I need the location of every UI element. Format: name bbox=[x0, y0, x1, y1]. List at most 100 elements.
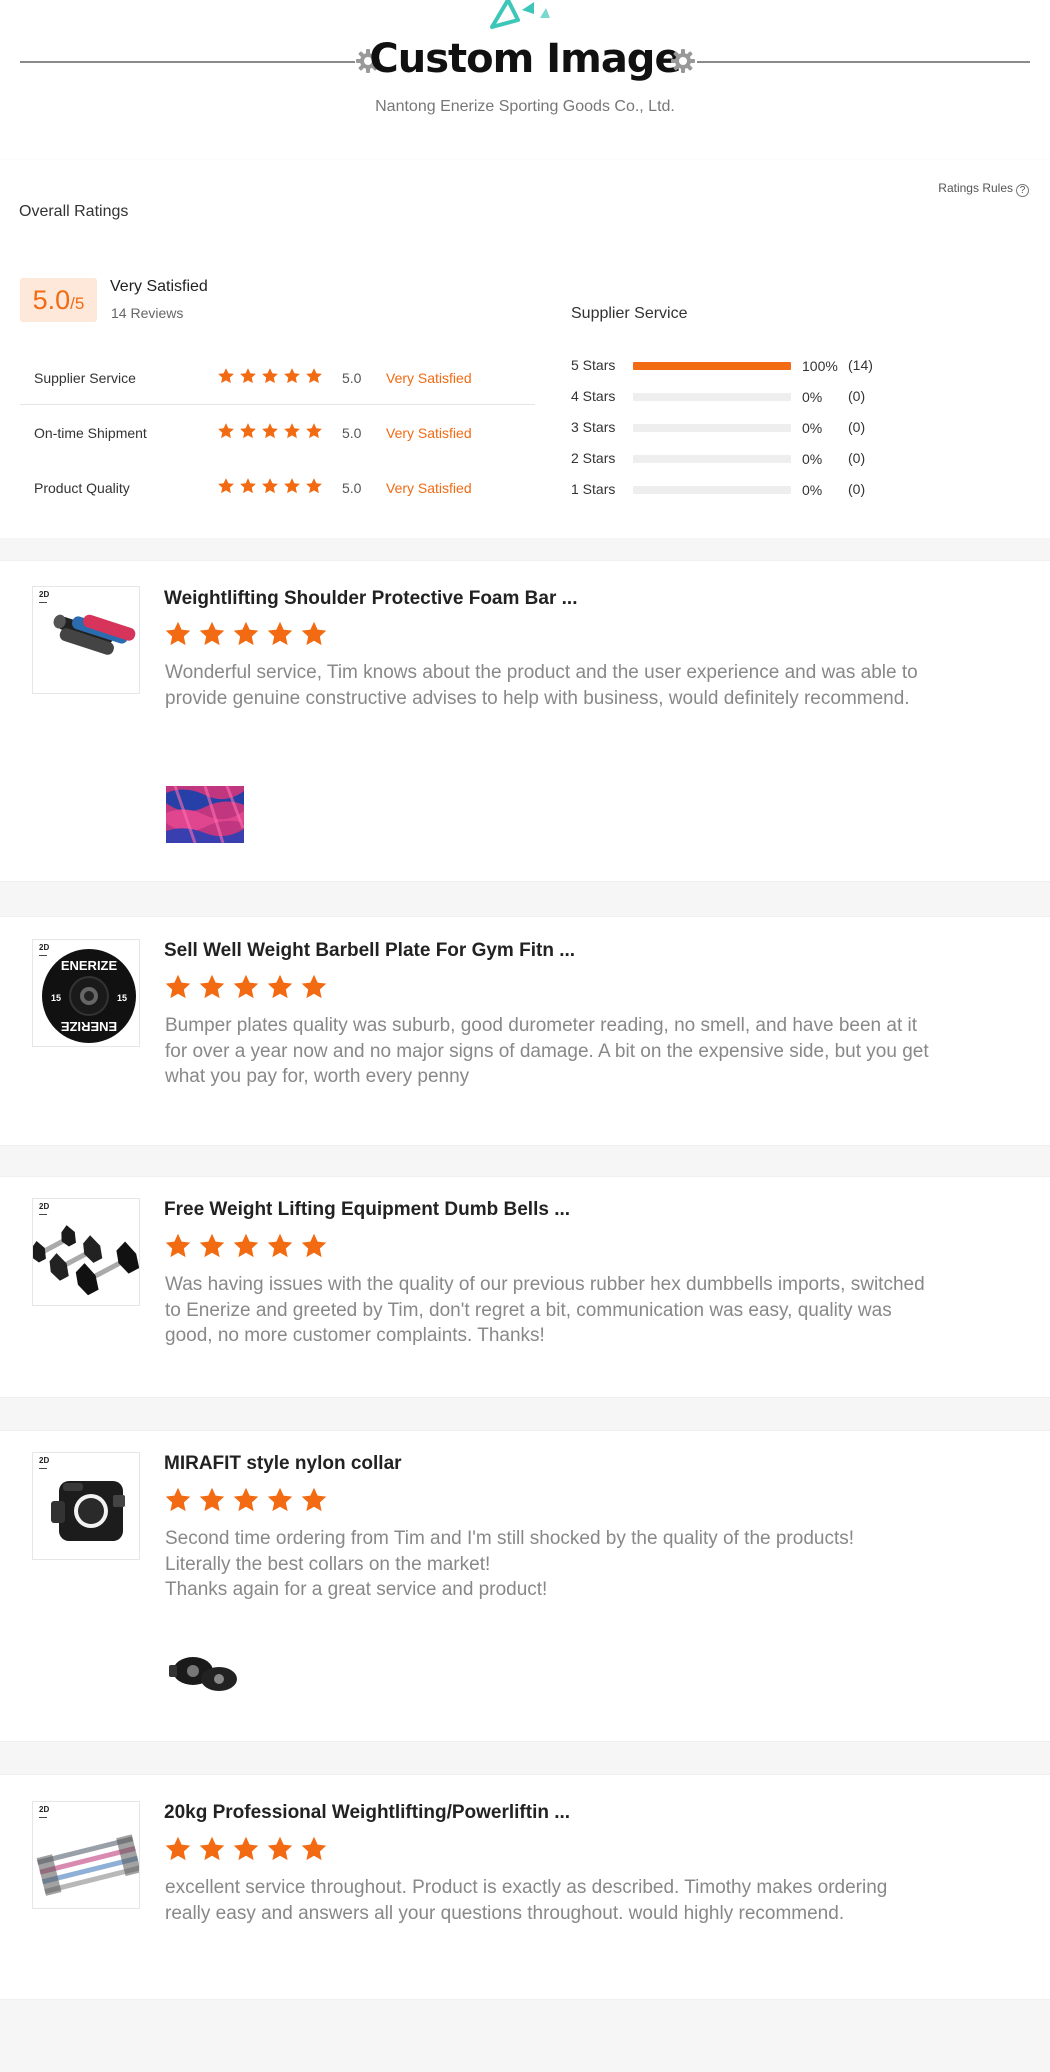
distribution-percent: 0% bbox=[802, 451, 823, 467]
star-icon bbox=[267, 1233, 293, 1258]
distribution-bar-track bbox=[633, 455, 791, 463]
triangles-decoration-icon bbox=[490, 0, 550, 29]
product-thumbnail[interactable]: 2D — bbox=[32, 586, 140, 694]
company-name: Nantong Enerize Sporting Goods Co., Ltd. bbox=[375, 98, 675, 115]
distribution-count: (0) bbox=[848, 450, 866, 466]
review-stars bbox=[164, 973, 334, 1006]
star-icon bbox=[165, 974, 191, 999]
star-icon bbox=[165, 1487, 191, 1512]
distribution-count: (14) bbox=[848, 357, 873, 373]
page-header: Custom Image Nantong Enerize Sporting Go… bbox=[0, 0, 1050, 140]
distribution-row: 5 Stars 100% (14) bbox=[571, 356, 901, 376]
product-thumbnail[interactable]: 2D — bbox=[32, 1801, 140, 1909]
star-icon bbox=[306, 478, 322, 494]
ratings-rules-label: Ratings Rules bbox=[938, 181, 1013, 195]
review-product-title[interactable]: Free Weight Lifting Equipment Dumb Bells… bbox=[164, 1199, 570, 1221]
distribution-bar-fill bbox=[633, 362, 791, 370]
review-stars bbox=[164, 1232, 334, 1265]
star-icon bbox=[301, 1233, 327, 1258]
star-icon bbox=[284, 368, 300, 384]
section-gap bbox=[0, 882, 1050, 916]
star-icon bbox=[218, 423, 234, 439]
section-gap bbox=[0, 2000, 1050, 2072]
star-icon bbox=[301, 621, 327, 646]
review-product-title[interactable]: Weightlifting Shoulder Protective Foam B… bbox=[164, 588, 577, 610]
distribution-percent: 0% bbox=[802, 420, 823, 436]
review-card: 2D — ENERIZE ENERIZE 15 15 Sell Well Weig… bbox=[0, 916, 1050, 1146]
star-icon bbox=[306, 423, 322, 439]
star-icon bbox=[284, 478, 300, 494]
star-icon bbox=[233, 1233, 259, 1258]
distribution-count: (0) bbox=[848, 419, 866, 435]
overall-ratings-title: Overall Ratings bbox=[19, 203, 129, 220]
distribution-count: (0) bbox=[848, 388, 866, 404]
product-thumbnail[interactable]: 2D — bbox=[32, 1198, 140, 1306]
gear-icon bbox=[671, 49, 695, 73]
rating-row-supplier-service: Supplier Service 5.0 Very Satisfied bbox=[20, 350, 535, 405]
review-product-title[interactable]: 20kg Professional Weightlifting/Powerlif… bbox=[164, 1802, 570, 1824]
star-icon bbox=[218, 368, 234, 384]
star-icon bbox=[267, 621, 293, 646]
review-product-title[interactable]: Sell Well Weight Barbell Plate For Gym F… bbox=[164, 940, 575, 962]
overall-score-suffix: /5 bbox=[70, 294, 85, 313]
brand-logo-icon: 2D — bbox=[39, 1456, 50, 1473]
star-icon bbox=[233, 974, 259, 999]
distribution-row: 3 Stars 0% (0) bbox=[571, 418, 901, 438]
distribution-percent: 0% bbox=[802, 389, 823, 405]
foam-pads-closeup-image bbox=[165, 783, 245, 845]
product-thumbnail[interactable]: 2D — bbox=[32, 1452, 140, 1560]
rating-category-name: Supplier Service bbox=[34, 370, 136, 386]
rating-label: Very Satisfied bbox=[386, 480, 472, 496]
section-gap bbox=[0, 1398, 1050, 1430]
review-text: Bumper plates quality was suburb, good d… bbox=[165, 1015, 929, 1087]
star-icon bbox=[199, 974, 225, 999]
star-icon bbox=[301, 1487, 327, 1512]
rating-label: Very Satisfied bbox=[386, 425, 472, 441]
section-gap bbox=[0, 1146, 1050, 1176]
brand-logo-icon: 2D — bbox=[39, 1202, 50, 1219]
ratings-rules-link[interactable]: Ratings Rules? bbox=[938, 181, 1029, 197]
star-icon bbox=[165, 1233, 191, 1258]
section-gap bbox=[0, 538, 1050, 560]
plate-weight-text: 15 bbox=[51, 993, 61, 1003]
plate-brand-text: ENERIZE bbox=[61, 958, 118, 973]
rating-row-product-quality: Product Quality 5.0 Very Satisfied bbox=[20, 460, 535, 515]
ratings-panel: Ratings Rules? Overall Ratings 5.0/5 Ver… bbox=[0, 160, 1050, 538]
star-icon bbox=[262, 368, 278, 384]
rating-category-name: On-time Shipment bbox=[34, 425, 147, 441]
star-icon bbox=[199, 621, 225, 646]
star-icon bbox=[284, 423, 300, 439]
distribution-percent: 0% bbox=[802, 482, 823, 498]
star-icon bbox=[267, 974, 293, 999]
distribution-bar-track bbox=[633, 362, 791, 370]
review-text: excellent service throughout. Product is… bbox=[165, 1877, 888, 1924]
distribution-label: 2 Stars bbox=[571, 450, 616, 466]
product-thumbnail[interactable]: 2D — ENERIZE ENERIZE 15 15 bbox=[32, 939, 140, 1047]
distribution-label: 5 Stars bbox=[571, 357, 616, 373]
overall-score-badge: 5.0/5 bbox=[20, 278, 97, 322]
review-card: 2D — 20kg Professional Weightlifting/Powe… bbox=[0, 1774, 1050, 2000]
review-card: 2D — Free Weight Lifting Equipment Dumb B… bbox=[0, 1176, 1050, 1398]
overall-score: 5.0 bbox=[32, 285, 71, 315]
review-text: Second time ordering from Tim and I'm st… bbox=[165, 1528, 855, 1600]
review-photo[interactable] bbox=[165, 1641, 245, 1703]
distribution-bar-track bbox=[633, 486, 791, 494]
rating-row-on-time-shipment: On-time Shipment 5.0 Very Satisfied bbox=[20, 405, 535, 460]
star-icon bbox=[240, 368, 256, 384]
distribution-count: (0) bbox=[848, 481, 866, 497]
review-photo[interactable] bbox=[165, 783, 245, 845]
review-text: Wonderful service, Tim knows about the p… bbox=[165, 662, 918, 709]
distribution-label: 3 Stars bbox=[571, 419, 616, 435]
star-icon bbox=[233, 1836, 259, 1861]
review-text: Was having issues with the quality of ou… bbox=[165, 1274, 925, 1346]
brand-logo-icon: 2D — bbox=[39, 590, 50, 607]
distribution-row: 2 Stars 0% (0) bbox=[571, 449, 901, 469]
help-icon[interactable]: ? bbox=[1016, 184, 1029, 197]
star-icon bbox=[267, 1836, 293, 1861]
star-icon bbox=[233, 1487, 259, 1512]
review-stars bbox=[164, 1835, 334, 1868]
review-product-title[interactable]: MIRAFIT style nylon collar bbox=[164, 1453, 402, 1475]
star-icon bbox=[199, 1233, 225, 1258]
brand-logo-icon: 2D — bbox=[39, 1805, 50, 1822]
review-stars bbox=[164, 620, 334, 653]
